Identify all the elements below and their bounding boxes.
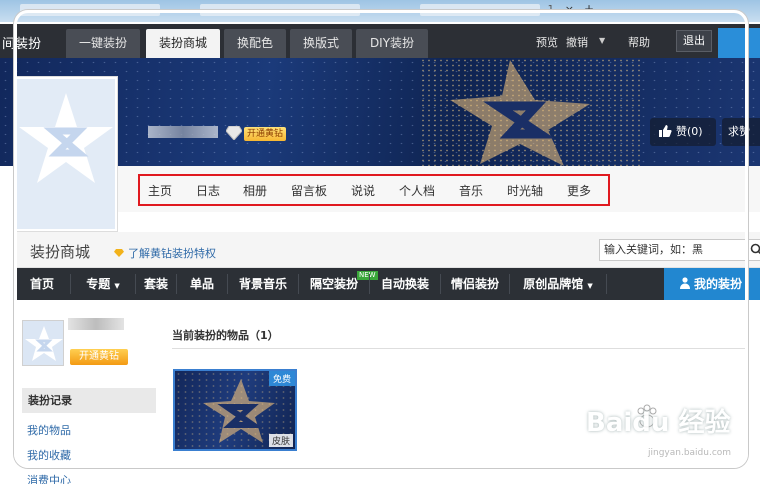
browser-tab-strip: 1 × + [0, 0, 760, 22]
sidebar-link-consume-center[interactable]: 消费中心 [27, 472, 71, 484]
mall-nav-brands[interactable]: 原创品牌馆 ▼ [510, 268, 606, 300]
tab-color-scheme[interactable]: 换配色 [224, 29, 286, 58]
item-type-label: 皮肤 [268, 434, 293, 447]
search-icon[interactable] [750, 243, 760, 256]
mall-nav-suits[interactable]: 套装 [136, 268, 176, 300]
tab-count: 1 [547, 4, 554, 15]
divider [172, 348, 748, 349]
decor-record-title: 装扮记录 [22, 388, 156, 413]
exit-button[interactable]: 退出 [676, 30, 712, 52]
sidebar-vip-button[interactable]: 开通黄钻 [70, 349, 128, 365]
undo-link[interactable]: 撤销 [566, 34, 588, 50]
save-button[interactable] [718, 28, 760, 58]
nav-item-timeline[interactable]: 时光轴 [507, 182, 543, 199]
username-blurred [148, 126, 218, 138]
mall-title: 装扮商城 [30, 243, 91, 261]
preview-link[interactable]: 预览 [536, 34, 558, 50]
tab-decor-mall[interactable]: 装扮商城 [146, 29, 220, 58]
sidebar-link-my-items[interactable]: 我的物品 [27, 422, 71, 438]
like-label: 赞(0) [676, 125, 703, 138]
browser-tab-blurred[interactable] [420, 4, 540, 16]
current-items-title: 当前装扮的物品（1） [172, 329, 279, 342]
browser-tab-blurred[interactable] [20, 4, 160, 16]
tab-layout[interactable]: 换版式 [290, 29, 352, 58]
help-link[interactable]: 帮助 [628, 34, 650, 50]
mall-header: 装扮商城 了解黄钻装扮特权 输入关键词，如：黑 [14, 232, 760, 268]
mall-nav-couple[interactable]: 情侣装扮 [441, 268, 509, 300]
chevron-down-icon: ▼ [114, 282, 120, 290]
nav-item-profile[interactable]: 个人档 [399, 182, 435, 199]
mall-nav: 首页 专题 ▼ 套装 单品 背景音乐 隔空装扮 NEW 自动换装 情侣装扮 原创… [14, 268, 760, 300]
nav-item-more[interactable]: 更多 [567, 182, 591, 199]
nav-item-music[interactable]: 音乐 [459, 182, 483, 199]
mall-nav-singles[interactable]: 单品 [177, 268, 227, 300]
undo-dropdown-icon[interactable]: ▼ [599, 36, 605, 45]
default-avatar-star-icon [19, 93, 113, 183]
chevron-down-icon: ▼ [587, 282, 593, 290]
ask-like-button[interactable]: 求赞 [722, 118, 760, 146]
mall-nav-bg-music[interactable]: 背景音乐 [228, 268, 298, 300]
vip-badge[interactable]: 开通黄钻 [244, 127, 287, 141]
like-button[interactable]: 赞(0) [650, 118, 716, 146]
sidebar-link-my-favorites[interactable]: 我的收藏 [27, 447, 71, 463]
nav-item-shuoshuo[interactable]: 说说 [351, 182, 375, 199]
close-tab-icon[interactable]: × [565, 3, 574, 16]
sidebar-avatar[interactable] [22, 320, 64, 366]
nav-item-home[interactable]: 主页 [148, 182, 172, 199]
mall-nav-auto-change[interactable]: 自动换装 [370, 268, 440, 300]
mall-nav-topics[interactable]: 专题 ▼ [71, 268, 135, 300]
new-tab-icon[interactable]: + [584, 2, 594, 16]
watermark-text: Baidu 经验 [586, 408, 731, 438]
my-decor-button[interactable]: 我的装扮 [664, 268, 760, 300]
skin-item-card[interactable]: 免费 皮肤 [173, 369, 297, 451]
default-avatar-star-icon [25, 326, 63, 361]
nav-item-guestbook[interactable]: 留言板 [291, 182, 327, 199]
app-title: 间装扮 [2, 37, 42, 52]
profile-nav: 主页 日志 相册 留言板 说说 个人档 音乐 时光轴 更多 [118, 166, 760, 212]
divider [606, 274, 607, 294]
watermark-url: jingyan.baidu.com [648, 448, 732, 458]
nav-item-blog[interactable]: 日志 [196, 182, 220, 199]
avatar[interactable] [14, 76, 118, 232]
tab-one-click-decor[interactable]: 一键装扮 [66, 29, 140, 58]
nav-item-album[interactable]: 相册 [243, 182, 267, 199]
browser-tab-blurred[interactable] [200, 4, 360, 16]
sidebar-username-blurred [68, 318, 124, 330]
search-input[interactable]: 输入关键词，如：黑 [599, 239, 760, 261]
free-badge: 免费 [268, 371, 295, 386]
thumbs-up-icon [659, 125, 672, 137]
diamond-icon [114, 249, 124, 257]
vip-privilege-link[interactable]: 了解黄钻装扮特权 [114, 245, 216, 261]
qzone-star-logo [450, 60, 590, 166]
decor-toolbar: 间装扮 一键装扮 装扮商城 换配色 换版式 DIY装扮 预览 撤销 ▼ 帮助 退… [0, 24, 760, 58]
mall-nav-home[interactable]: 首页 [14, 268, 70, 300]
tab-diy-decor[interactable]: DIY装扮 [356, 29, 428, 58]
diamond-icon [226, 126, 242, 140]
user-icon [680, 277, 690, 289]
